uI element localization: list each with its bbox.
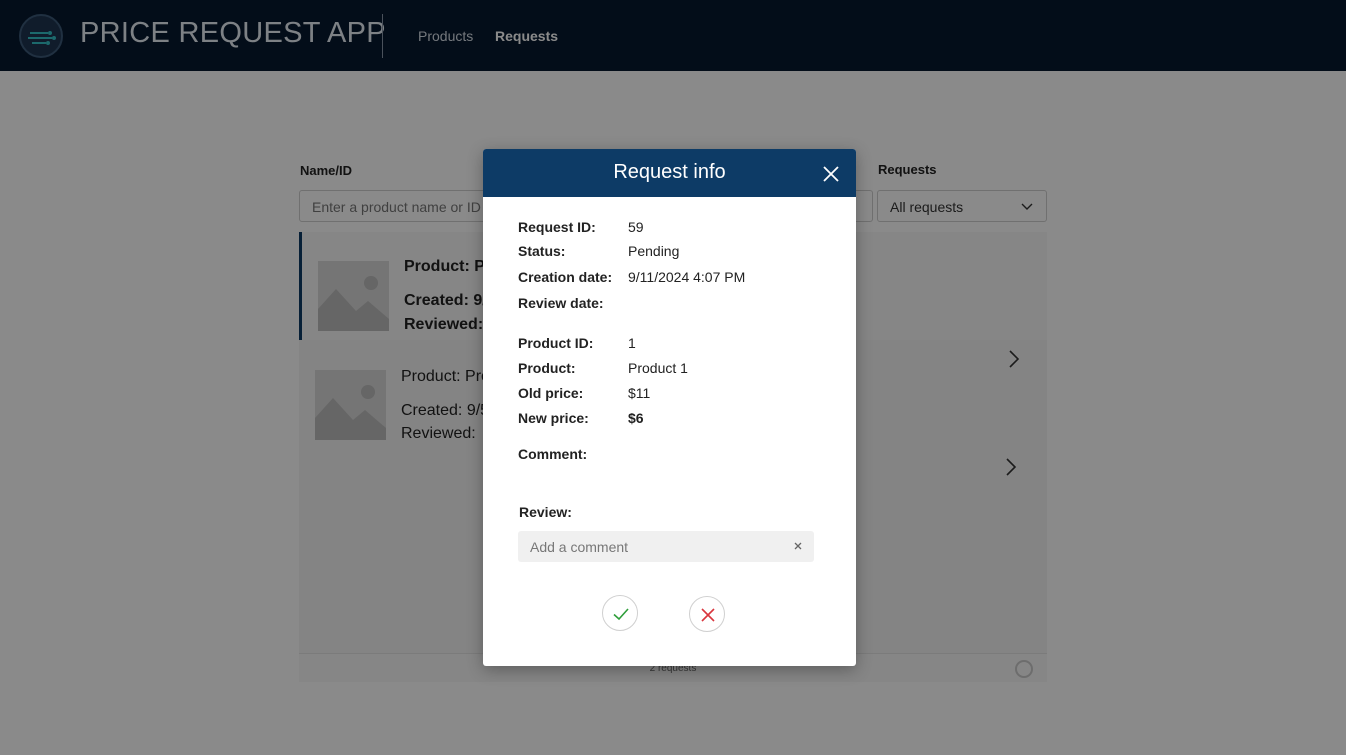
field-label: Creation date:	[518, 269, 613, 285]
field-label: Status:	[518, 243, 566, 259]
field-value: 9/11/2024 4:07 PM	[628, 269, 746, 285]
field-label: Review date:	[518, 295, 604, 311]
field-label: Product ID:	[518, 335, 594, 351]
field-label: New price:	[518, 410, 589, 426]
review-label: Review:	[519, 504, 572, 520]
dialog-header: Request info	[483, 149, 856, 197]
field-label: Old price:	[518, 385, 584, 401]
field-value: $6	[628, 410, 644, 426]
request-info-dialog: Request info Request ID: 59 Status: Pend…	[483, 149, 856, 666]
reject-button[interactable]	[689, 596, 725, 632]
approve-button[interactable]	[602, 595, 638, 631]
x-icon	[701, 608, 715, 622]
field-value: $11	[628, 385, 651, 401]
check-icon	[613, 608, 629, 621]
review-comment-input[interactable]	[518, 531, 814, 562]
field-value: 59	[628, 219, 644, 235]
field-label: Comment:	[518, 446, 588, 462]
field-label: Request ID:	[518, 219, 596, 235]
field-value: Product 1	[628, 360, 688, 376]
field-label: Product:	[518, 360, 576, 376]
field-value: Pending	[628, 243, 680, 259]
clear-icon[interactable]	[792, 540, 804, 552]
close-icon[interactable]	[822, 165, 840, 183]
dialog-title: Request info	[613, 161, 726, 183]
field-value: 1	[628, 335, 636, 351]
